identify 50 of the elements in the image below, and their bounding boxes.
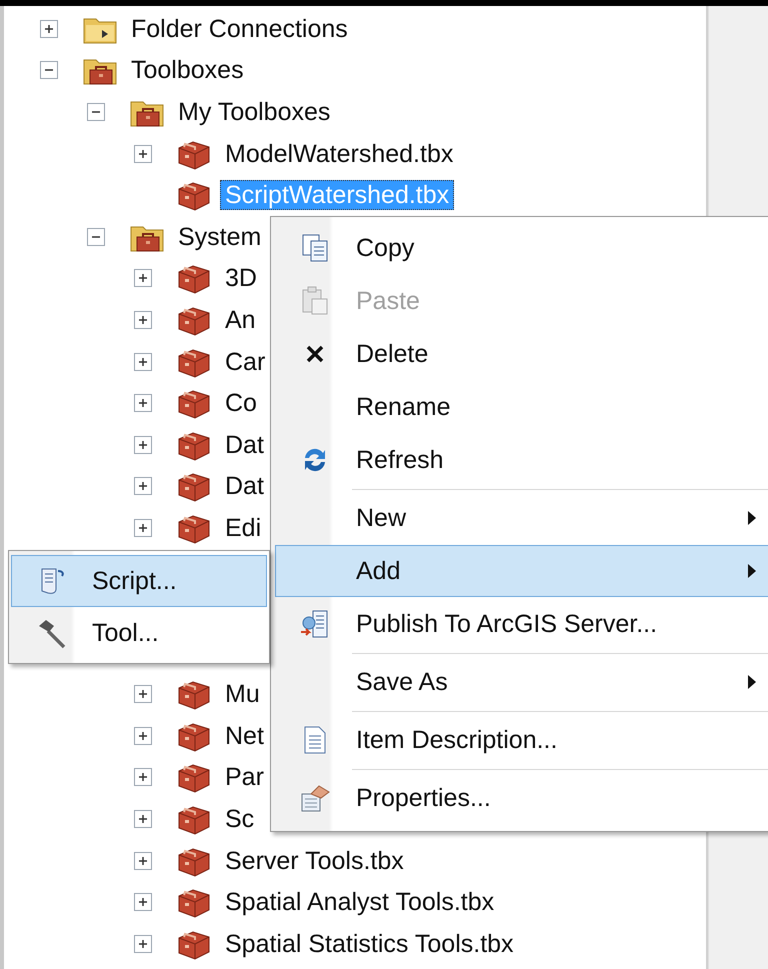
tree-item[interactable]: ModelWatershed.tbx [220,138,458,169]
expand-icon[interactable] [134,352,152,371]
tree-item[interactable]: Spatial Statistics Tools.tbx [220,928,519,959]
expand-icon[interactable] [134,144,152,163]
tree-item[interactable]: Server Tools.tbx [220,846,409,876]
expand-icon[interactable] [134,893,152,912]
expand-icon[interactable] [134,726,152,745]
submenu-arrow-icon [748,564,756,578]
menu-item[interactable]: Rename [275,381,768,433]
expand-icon[interactable] [134,269,152,288]
tree-item[interactable]: Edi [220,512,266,543]
expand-icon[interactable] [134,934,152,953]
expand-icon[interactable] [134,768,152,786]
tree-item[interactable]: 3D [220,263,262,294]
tree-item[interactable]: Co [220,388,262,418]
tree-item[interactable]: Dat [220,430,269,460]
tree-item[interactable]: Net [220,720,269,751]
menu-item[interactable]: Refresh [275,434,768,486]
menu-item[interactable]: Script... [11,555,267,607]
menu-item[interactable]: Delete [275,328,768,380]
collapse-icon[interactable] [87,102,105,121]
expand-icon[interactable] [134,810,152,828]
expand-icon[interactable] [134,310,152,329]
tree-item[interactable]: Dat [220,471,269,502]
expand-icon[interactable] [134,477,152,496]
tree-item[interactable]: Folder Connections [126,14,353,44]
menu-item[interactable]: Tool... [11,607,267,659]
expand-icon[interactable] [134,852,152,870]
menu-item[interactable]: Add [275,545,768,597]
tree-item[interactable]: System [173,222,266,252]
tree-item[interactable]: Sc [220,804,260,834]
tree-item[interactable]: Mu [220,679,265,710]
expand-icon[interactable] [40,20,58,38]
expand-icon[interactable] [134,518,152,537]
expand-icon[interactable] [134,436,152,454]
tree-item[interactable]: An [220,304,261,335]
expand-icon[interactable] [134,394,152,412]
collapse-icon[interactable] [87,228,105,246]
submenu-arrow-icon [748,675,756,689]
close-icon [305,344,325,364]
tree-item[interactable]: Car [220,346,270,377]
collapse-icon[interactable] [40,61,58,80]
submenu-arrow-icon [748,511,756,525]
expand-icon[interactable] [134,685,152,704]
tree-item[interactable]: Spatial Analyst Tools.tbx [220,887,500,918]
tree-item[interactable]: My Toolboxes [173,96,336,127]
tree-item[interactable]: Toolboxes [126,55,249,86]
menu-item[interactable]: Publish To ArcGIS Server... [275,598,768,650]
tree-item[interactable]: Par [220,762,269,792]
menu-item[interactable]: Copy [275,222,768,274]
